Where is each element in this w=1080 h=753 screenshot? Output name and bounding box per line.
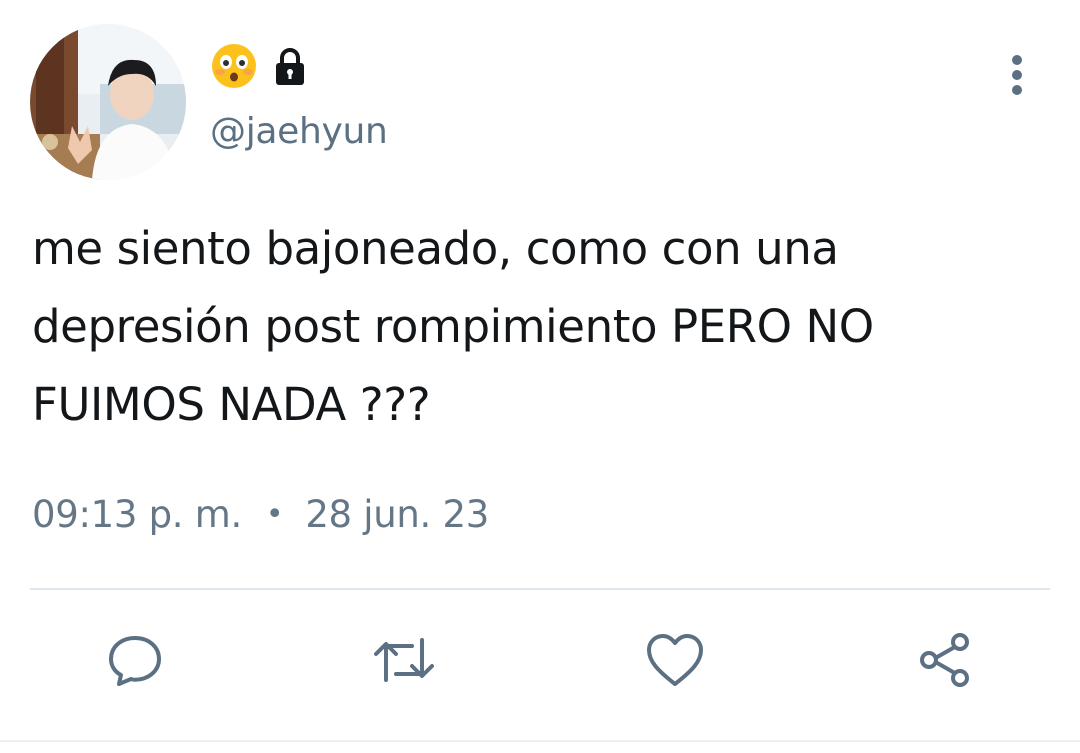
like-icon: [647, 634, 703, 686]
reply-button[interactable]: [103, 628, 167, 692]
avatar[interactable]: [30, 24, 186, 180]
more-vertical-icon: [1012, 55, 1022, 95]
tweet-date: 28 jun. 23: [305, 493, 489, 536]
more-options-button[interactable]: [996, 50, 1038, 100]
avatar-photo: [30, 24, 186, 180]
bottom-divider: [0, 740, 1080, 742]
lock-icon: [276, 48, 304, 85]
like-button[interactable]: [643, 628, 707, 692]
reply-icon: [109, 636, 161, 686]
separator-dot: •: [265, 497, 284, 532]
divider: [30, 588, 1050, 590]
flushed-face-emoji: [212, 44, 256, 88]
retweet-button[interactable]: [372, 628, 436, 692]
tweet-text-line: FUIMOS NADA ???: [32, 378, 431, 431]
tweet-time: 09:13 p. m.: [32, 493, 242, 536]
retweet-icon: [374, 638, 434, 682]
tweet-timestamp[interactable]: 09:13 p. m. • 28 jun. 23: [32, 490, 489, 540]
tweet-text-line: me siento bajoneado, como con una: [32, 222, 839, 275]
tweet-text-line: depresión post rompimiento PERO NO: [32, 300, 874, 353]
tweet-text: me siento bajoneado, como con una depres…: [32, 210, 1042, 444]
display-name: [210, 42, 312, 90]
share-button[interactable]: [913, 628, 977, 692]
share-icon: [920, 633, 969, 687]
user-handle[interactable]: @jaehyun: [210, 108, 388, 156]
